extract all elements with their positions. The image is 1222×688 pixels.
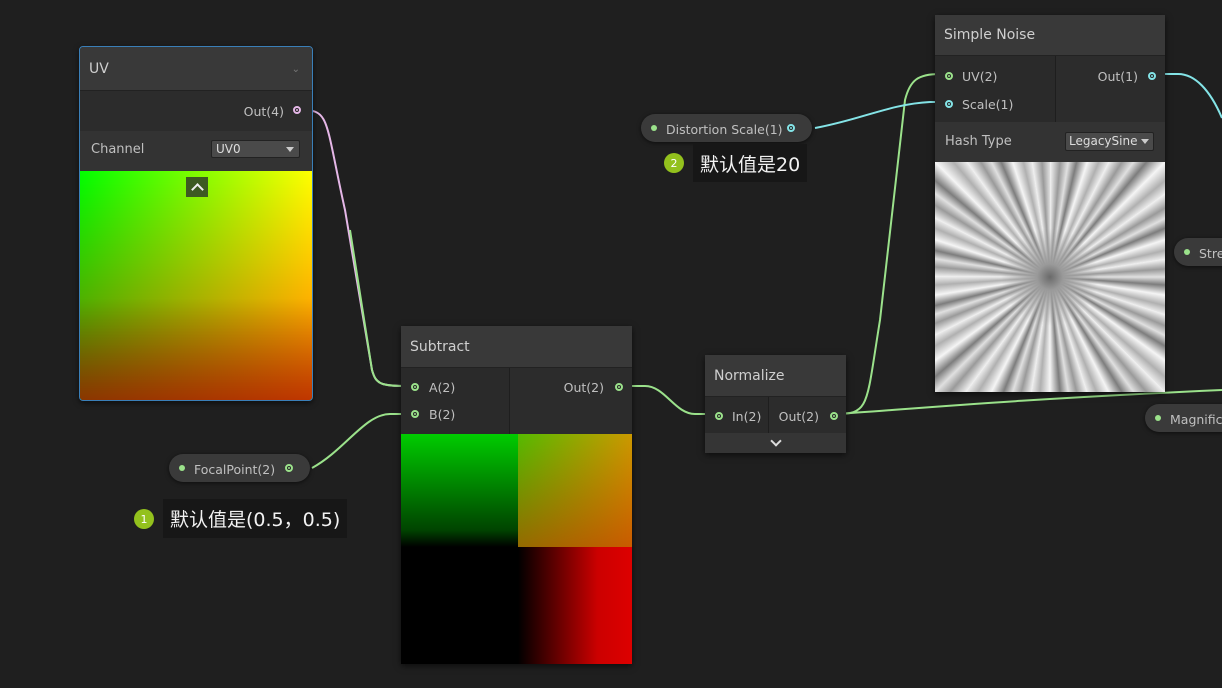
simple-noise-uv-port[interactable] xyxy=(945,72,953,80)
strength-property[interactable]: Stre xyxy=(1174,238,1222,266)
uv-out-label: Out(4) xyxy=(243,104,284,119)
simple-noise-title[interactable]: Simple Noise xyxy=(935,15,1165,56)
hash-type-row: Hash Type LegacySine xyxy=(935,122,1165,162)
magnitude-label: Magnific xyxy=(1170,412,1222,427)
simple-noise-inputs: UV(2) Scale(1) xyxy=(935,56,1056,122)
wire-uv-to-subtract-green xyxy=(349,229,409,387)
subtract-ports: A(2) B(2) Out(2) xyxy=(401,368,632,434)
magnitude-property[interactable]: Magnific xyxy=(1145,404,1222,432)
magnitude-marker xyxy=(1155,415,1161,421)
simple-noise-ports: UV(2) Scale(1) Out(1) xyxy=(935,56,1165,122)
subtract-in-b-port[interactable] xyxy=(411,410,419,418)
normalize-inputs: In(2) xyxy=(705,397,769,433)
note-badge-1: 1 xyxy=(134,509,154,529)
subtract-in-a-label: A(2) xyxy=(429,380,456,395)
uv-preview xyxy=(80,171,312,400)
simple-noise-out-port[interactable] xyxy=(1148,72,1156,80)
normalize-out-port[interactable] xyxy=(830,412,838,420)
chevron-up-icon xyxy=(190,182,204,196)
dropdown-arrow-icon xyxy=(1141,139,1149,144)
subtract-outputs: Out(2) xyxy=(510,368,632,434)
simple-noise-title-text: Simple Noise xyxy=(944,27,1036,43)
subtract-in-a-port[interactable] xyxy=(411,383,419,391)
expand-preview-button[interactable] xyxy=(705,433,846,453)
subtract-in-b-label: B(2) xyxy=(429,407,456,422)
wire-uv-to-subtract xyxy=(301,109,409,387)
subtract-node-title-text: Subtract xyxy=(410,338,470,355)
normalize-node-title[interactable]: Normalize xyxy=(705,355,846,397)
subtract-preview-tr-shade xyxy=(518,434,632,547)
uv-node[interactable]: UV ⌄ Out(4) Channel UV0 xyxy=(79,46,313,401)
distortion-scale-out-port[interactable] xyxy=(787,124,795,132)
subtract-out-label: Out(2) xyxy=(563,380,604,395)
wire-distortion-to-noise xyxy=(814,101,944,129)
simple-noise-outputs: Out(1) xyxy=(1056,56,1165,122)
normalize-node-title-text: Normalize xyxy=(714,367,785,384)
uv-node-title-text: UV xyxy=(89,60,109,77)
simple-noise-preview xyxy=(935,162,1165,392)
normalize-ports: In(2) Out(2) xyxy=(705,397,846,433)
uv-out-port[interactable] xyxy=(293,106,301,114)
distortion-scale-marker xyxy=(651,125,657,131)
subtract-preview-tl xyxy=(401,434,518,547)
normalize-in-label: In(2) xyxy=(732,409,762,424)
channel-row: Channel UV0 xyxy=(80,131,312,171)
normalize-in-port[interactable] xyxy=(715,412,723,420)
simple-noise-scale-port[interactable] xyxy=(945,100,953,108)
strength-label: Stre xyxy=(1199,246,1222,261)
focal-point-label: FocalPoint(2) xyxy=(194,462,276,477)
default-value-note-1-text: 默认值是(0.5，0.5) xyxy=(170,509,341,531)
simple-noise-uv-label: UV(2) xyxy=(962,69,998,84)
default-value-note-1: 默认值是(0.5，0.5) xyxy=(163,499,348,538)
simple-noise-scale-label: Scale(1) xyxy=(962,97,1014,112)
normalize-outputs: Out(2) xyxy=(769,397,846,433)
hash-type-label: Hash Type xyxy=(945,134,1012,149)
normalize-node[interactable]: Normalize In(2) Out(2) xyxy=(705,355,846,453)
simple-noise-out-label: Out(1) xyxy=(1097,69,1138,84)
channel-dropdown[interactable]: UV0 xyxy=(211,140,300,158)
distortion-scale-label: Distortion Scale(1) xyxy=(666,122,783,137)
wire-noise-out xyxy=(1156,73,1222,119)
default-value-note-2-text: 默认值是20 xyxy=(700,153,801,176)
subtract-out-port[interactable] xyxy=(615,383,623,391)
subtract-node-title[interactable]: Subtract xyxy=(401,326,632,368)
uv-preview-overlay xyxy=(80,171,312,400)
wire-subtract-to-normalize xyxy=(620,385,712,415)
uv-output-row: Out(4) xyxy=(80,91,312,131)
hash-type-dropdown[interactable]: LegacySine xyxy=(1065,132,1154,151)
wire-focal-to-subtract xyxy=(311,413,408,469)
focal-point-marker xyxy=(179,465,185,471)
hash-type-value: LegacySine xyxy=(1069,134,1138,148)
channel-dropdown-value: UV0 xyxy=(216,142,241,156)
focal-point-out-port[interactable] xyxy=(285,464,293,472)
collapse-preview-button[interactable] xyxy=(186,177,208,197)
chevron-down-icon xyxy=(769,435,782,447)
simple-noise-node[interactable]: Simple Noise UV(2) Scale(1) Out(1) Hash … xyxy=(935,15,1165,392)
normalize-out-label: Out(2) xyxy=(778,409,819,424)
subtract-preview-bl xyxy=(401,547,518,664)
channel-label: Channel xyxy=(91,142,145,157)
chevron-down-icon[interactable]: ⌄ xyxy=(292,64,300,75)
uv-node-title[interactable]: UV ⌄ xyxy=(80,47,312,91)
distortion-scale-property[interactable]: Distortion Scale(1) xyxy=(641,114,812,142)
dropdown-arrow-icon xyxy=(286,147,294,152)
default-value-note-2: 默认值是20 xyxy=(693,144,808,182)
wire-normalize-to-noise xyxy=(835,73,941,415)
strength-marker xyxy=(1184,249,1190,255)
note-badge-2: 2 xyxy=(664,153,684,173)
subtract-node[interactable]: Subtract A(2) B(2) Out(2) xyxy=(401,326,632,664)
subtract-preview xyxy=(401,434,632,664)
subtract-preview-br xyxy=(518,547,632,664)
focal-point-property[interactable]: FocalPoint(2) xyxy=(169,454,310,482)
subtract-inputs: A(2) B(2) xyxy=(401,368,510,434)
